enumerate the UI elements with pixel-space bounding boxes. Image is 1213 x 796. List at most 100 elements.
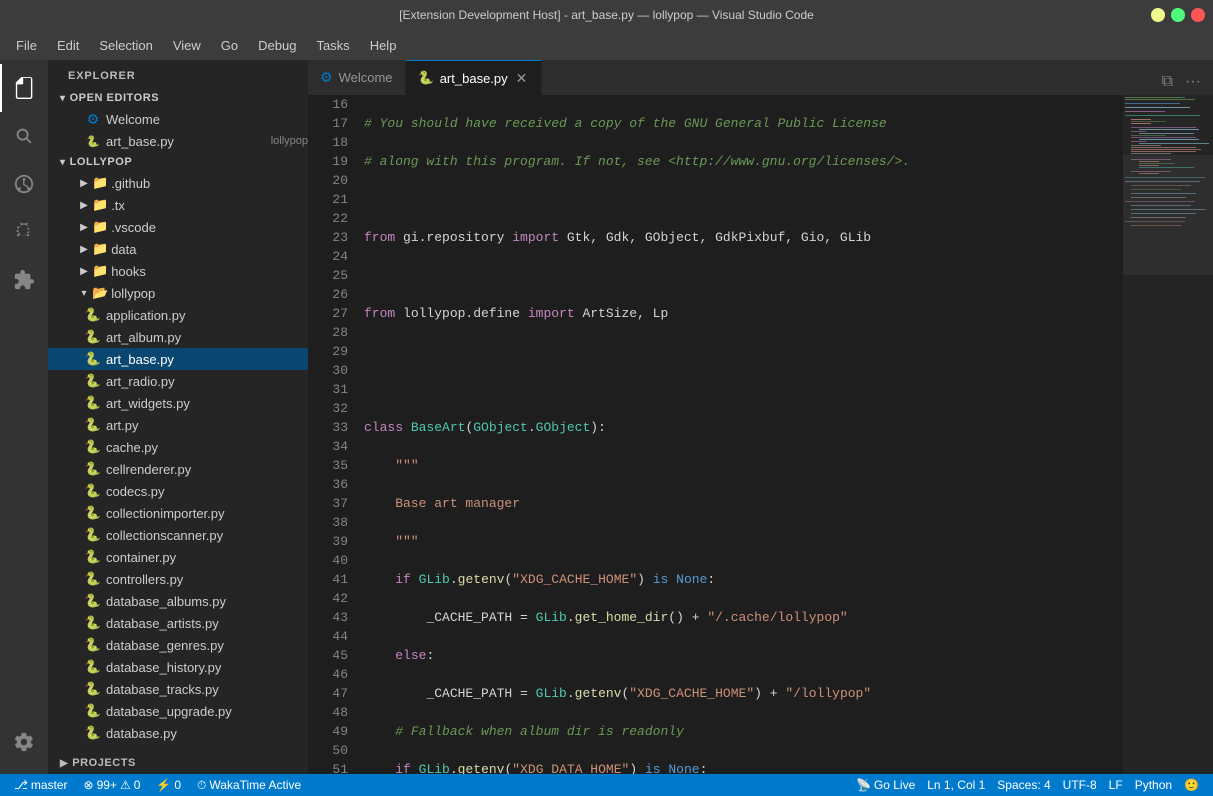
menu-tasks[interactable]: Tasks	[308, 34, 357, 57]
folder-tx-label: .tx	[111, 198, 308, 213]
menu-go[interactable]: Go	[213, 34, 246, 57]
window-controls	[1151, 8, 1205, 22]
tab-art-base-icon: 🐍	[418, 70, 434, 86]
sidebar-title: EXPLORER	[48, 60, 308, 88]
maximize-button[interactable]	[1171, 8, 1185, 22]
branch-icon: ⎇	[14, 778, 28, 792]
file-codecs[interactable]: 🐍 codecs.py	[48, 480, 308, 502]
status-encoding[interactable]: UTF-8	[1057, 778, 1103, 792]
folder-vscode[interactable]: ▶ 📁 .vscode	[48, 216, 308, 238]
line-numbers: 1617181920 2122232425 2627282930 3132333…	[308, 95, 356, 774]
py-file-icon: 🐍	[84, 593, 102, 609]
tab-welcome-label: Welcome	[339, 70, 393, 85]
title-bar: [Extension Development Host] - art_base.…	[0, 0, 1213, 30]
file-database-upgrade[interactable]: 🐍 database_upgrade.py	[48, 700, 308, 722]
file-database-albums[interactable]: 🐍 database_albums.py	[48, 590, 308, 612]
more-actions-button[interactable]: ···	[1181, 69, 1205, 95]
menu-view[interactable]: View	[165, 34, 209, 57]
branch-label: master	[31, 778, 68, 792]
status-eol[interactable]: LF	[1103, 778, 1129, 792]
menu-selection[interactable]: Selection	[91, 34, 160, 57]
lollypop-section[interactable]: ▾ LOLLYPOP	[48, 152, 308, 172]
open-editor-welcome[interactable]: ⚙ Welcome	[48, 108, 308, 130]
tab-art-base[interactable]: 🐍 art_base.py ✕	[406, 60, 543, 95]
projects-section[interactable]: ▶ PROJECTS	[48, 752, 308, 774]
file-database-genres-label: database_genres.py	[106, 638, 308, 653]
status-golive[interactable]: 📡 Go Live	[850, 778, 921, 792]
file-art-base[interactable]: 🐍 art_base.py	[48, 348, 308, 370]
activity-git[interactable]	[0, 160, 48, 208]
file-container[interactable]: 🐍 container.py	[48, 546, 308, 568]
py-file-icon: 🐍	[84, 483, 102, 499]
warning-count: 0	[134, 778, 141, 792]
folder-github-label: .github	[111, 176, 308, 191]
folder-github[interactable]: ▶ 📁 .github	[48, 172, 308, 194]
folder-icon: 📁	[92, 197, 108, 213]
encoding-label: UTF-8	[1063, 778, 1097, 792]
folder-lollypop[interactable]: ▾ 📂 lollypop	[48, 282, 308, 304]
status-position[interactable]: Ln 1, Col 1	[921, 778, 991, 792]
folder-tx[interactable]: ▶ 📁 .tx	[48, 194, 308, 216]
status-branch[interactable]: ⎇ master	[8, 774, 74, 796]
open-editor-art-base[interactable]: 🐍 art_base.py lollypop	[48, 130, 308, 152]
art-base-label: art_base.py	[106, 134, 267, 149]
status-language[interactable]: Python	[1129, 778, 1178, 792]
status-errors[interactable]: ⊗ 99+ ⚠ 0	[78, 774, 147, 796]
status-right: 📡 Go Live Ln 1, Col 1 Spaces: 4 UTF-8 LF…	[850, 778, 1205, 792]
py-file-icon: 🐍	[84, 417, 102, 433]
minimap[interactable]	[1123, 95, 1213, 774]
close-button[interactable]	[1191, 8, 1205, 22]
folder-arrow: ▶	[76, 222, 92, 233]
golive-icon: 📡	[856, 778, 871, 792]
file-collectionscanner[interactable]: 🐍 collectionscanner.py	[48, 524, 308, 546]
menu-edit[interactable]: Edit	[49, 34, 87, 57]
file-database-history[interactable]: 🐍 database_history.py	[48, 656, 308, 678]
folder-hooks[interactable]: ▶ 📁 hooks	[48, 260, 308, 282]
tab-welcome[interactable]: ⚙ Welcome	[308, 60, 406, 95]
file-database-history-label: database_history.py	[106, 660, 308, 675]
file-art-widgets[interactable]: 🐍 art_widgets.py	[48, 392, 308, 414]
file-collectionimporter[interactable]: 🐍 collectionimporter.py	[48, 502, 308, 524]
file-database[interactable]: 🐍 database.py	[48, 722, 308, 744]
file-database-artists[interactable]: 🐍 database_artists.py	[48, 612, 308, 634]
file-controllers-label: controllers.py	[106, 572, 308, 587]
folder-arrow: ▶	[76, 200, 92, 211]
info-count: 0	[174, 778, 181, 792]
py-file-icon: 🐍	[84, 681, 102, 697]
activity-extensions[interactable]	[0, 256, 48, 304]
file-tree: ▶ 📁 .github ▶ 📁 .tx ▶ 📁 .vscode ▶ 📁 dat	[48, 172, 308, 752]
smiley-icon: 🙂	[1184, 778, 1199, 792]
minimize-button[interactable]	[1151, 8, 1165, 22]
file-database-genres[interactable]: 🐍 database_genres.py	[48, 634, 308, 656]
file-cache[interactable]: 🐍 cache.py	[48, 436, 308, 458]
activity-explorer[interactable]	[0, 64, 48, 112]
status-smiley[interactable]: 🙂	[1178, 778, 1205, 792]
activity-debug[interactable]	[0, 208, 48, 256]
file-cache-label: cache.py	[106, 440, 308, 455]
error-count: 99+	[97, 778, 117, 792]
tab-art-base-label: art_base.py	[440, 71, 508, 86]
menu-file[interactable]: File	[8, 34, 45, 57]
file-art-radio[interactable]: 🐍 art_radio.py	[48, 370, 308, 392]
menu-debug[interactable]: Debug	[250, 34, 304, 57]
activity-search[interactable]	[0, 112, 48, 160]
file-art[interactable]: 🐍 art.py	[48, 414, 308, 436]
menu-help[interactable]: Help	[362, 34, 405, 57]
file-database-tracks[interactable]: 🐍 database_tracks.py	[48, 678, 308, 700]
split-editor-button[interactable]: ⧉	[1158, 69, 1177, 95]
open-editors-section[interactable]: ▾ OPEN EDITORS	[48, 88, 308, 108]
status-lightning[interactable]: ⚡ 0	[150, 774, 187, 796]
status-spaces[interactable]: Spaces: 4	[991, 778, 1056, 792]
tab-actions: ⧉ ···	[1150, 69, 1213, 95]
tab-close-button[interactable]: ✕	[514, 70, 530, 87]
file-art-album[interactable]: 🐍 art_album.py	[48, 326, 308, 348]
lightning-icon: ⚡	[156, 778, 171, 792]
py-file-icon: 🐍	[84, 395, 102, 411]
file-controllers[interactable]: 🐍 controllers.py	[48, 568, 308, 590]
file-application[interactable]: 🐍 application.py	[48, 304, 308, 326]
code-content[interactable]: # You should have received a copy of the…	[356, 95, 1123, 774]
file-cellrenderer[interactable]: 🐍 cellrenderer.py	[48, 458, 308, 480]
folder-data[interactable]: ▶ 📁 data	[48, 238, 308, 260]
status-wakatime[interactable]: ⏱ WakaTime Active	[191, 774, 307, 796]
activity-settings[interactable]	[0, 718, 48, 766]
